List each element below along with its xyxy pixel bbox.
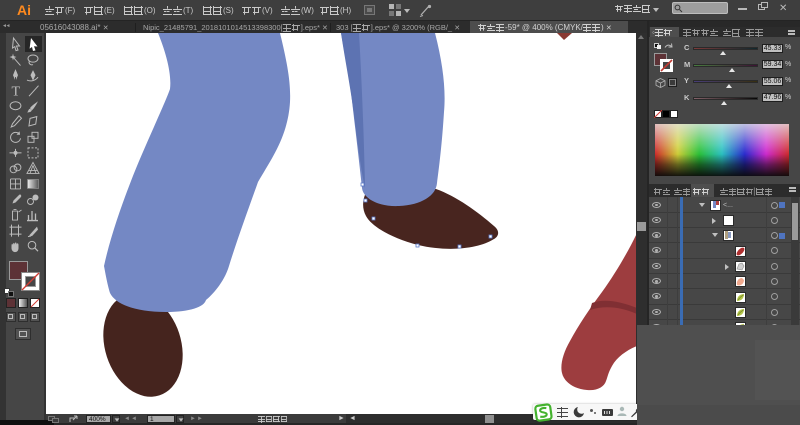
svg-text:T: T	[12, 85, 21, 100]
